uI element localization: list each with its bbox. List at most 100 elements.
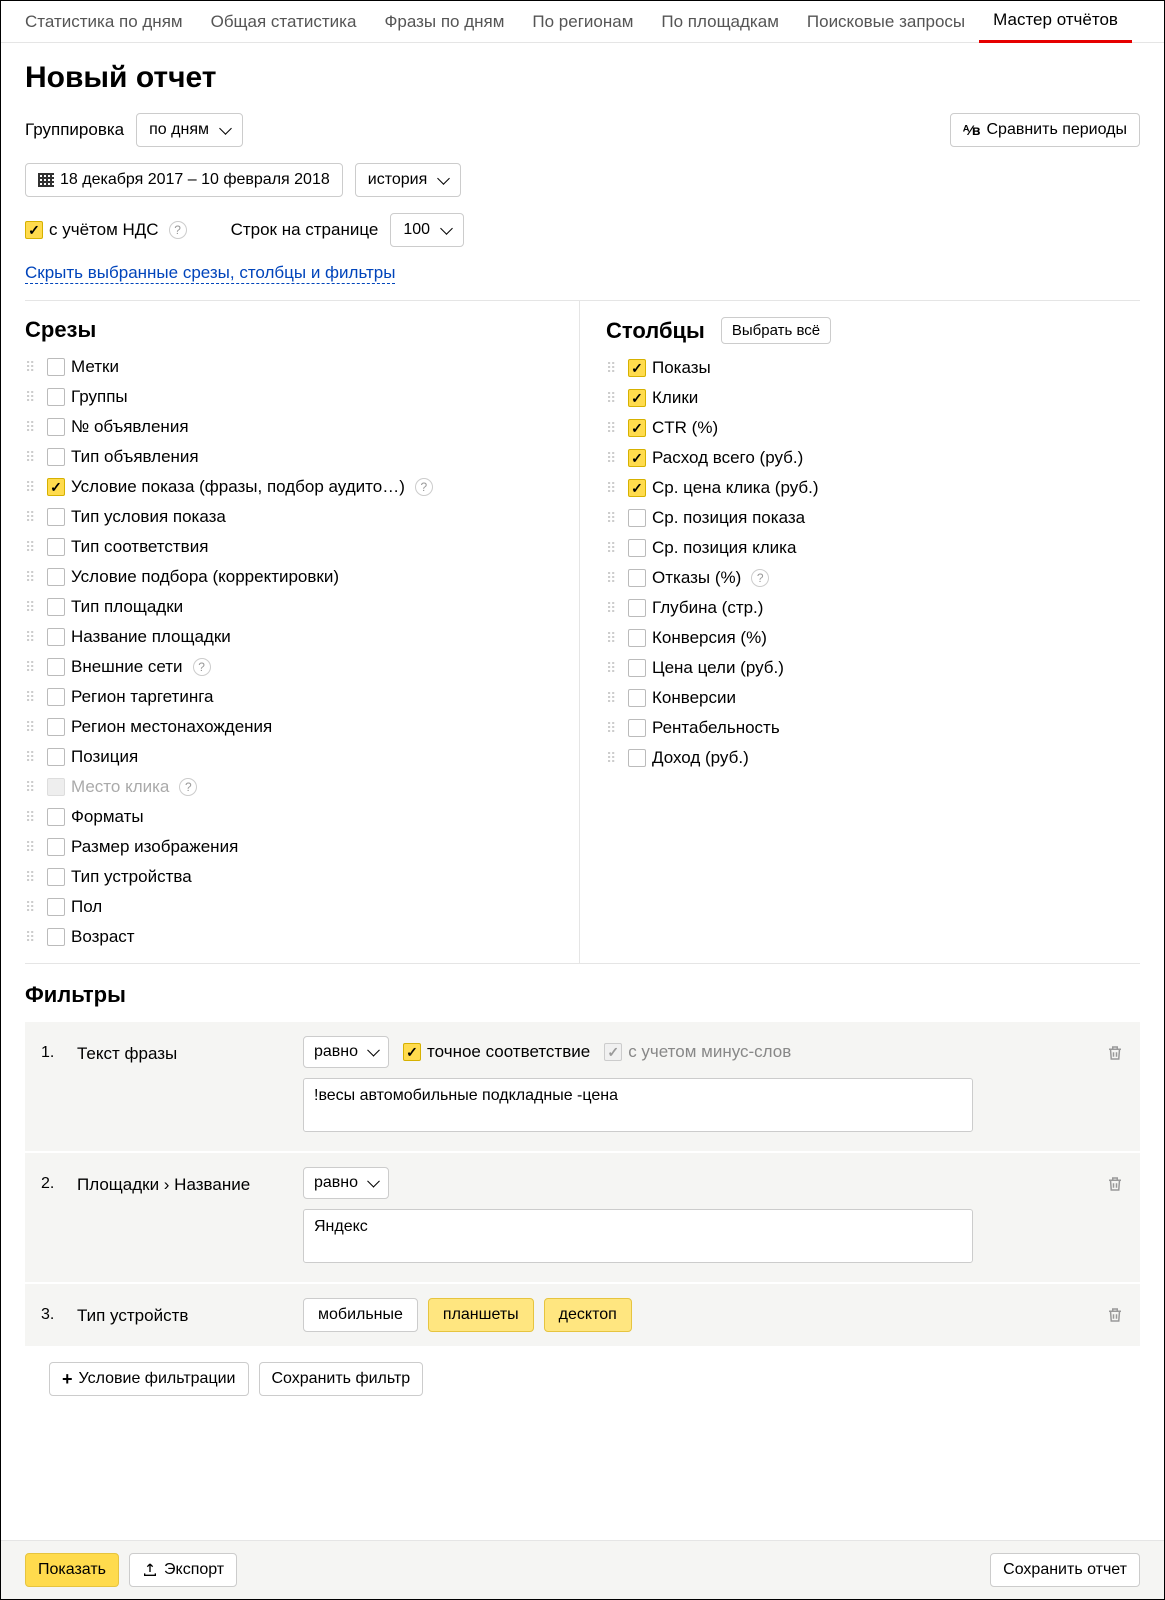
drag-handle-icon[interactable]: ⠿ (606, 720, 622, 737)
show-button[interactable]: Показать (25, 1553, 119, 1587)
save-filter-button[interactable]: Сохранить фильтр (259, 1362, 424, 1396)
drag-handle-icon[interactable]: ⠿ (25, 659, 41, 676)
history-button[interactable]: история (355, 163, 461, 197)
drag-handle-icon[interactable]: ⠿ (606, 420, 622, 437)
filter-op-select[interactable]: равно (303, 1036, 389, 1068)
device-toggle[interactable]: мобильные (303, 1298, 418, 1332)
slice-item[interactable]: ⠿Условие подбора (корректировки) (25, 567, 559, 587)
drag-handle-icon[interactable]: ⠿ (606, 480, 622, 497)
drag-handle-icon[interactable]: ⠿ (25, 869, 41, 886)
slice-item[interactable]: ⠿Возраст (25, 927, 559, 947)
minus-words-checkbox[interactable]: с учетом минус-слов (604, 1042, 791, 1062)
slice-item[interactable]: ⠿Тип условия показа (25, 507, 559, 527)
slice-item[interactable]: ⠿Условие показа (фразы, подбор аудито…)? (25, 477, 559, 497)
column-item[interactable]: ⠿Показы (606, 358, 1140, 378)
slice-item[interactable]: ⠿Тип площадки (25, 597, 559, 617)
drag-handle-icon[interactable]: ⠿ (25, 419, 41, 436)
drag-handle-icon[interactable]: ⠿ (25, 809, 41, 826)
drag-handle-icon[interactable]: ⠿ (25, 449, 41, 466)
drag-handle-icon[interactable]: ⠿ (606, 390, 622, 407)
column-item[interactable]: ⠿Ср. позиция показа (606, 508, 1140, 528)
column-item[interactable]: ⠿Ср. позиция клика (606, 538, 1140, 558)
column-item[interactable]: ⠿Расход всего (руб.) (606, 448, 1140, 468)
tab-by-placement[interactable]: По площадкам (647, 2, 792, 42)
hide-sections-link[interactable]: Скрыть выбранные срезы, столбцы и фильтр… (25, 263, 395, 284)
drag-handle-icon[interactable]: ⠿ (606, 360, 622, 377)
tab-search-queries[interactable]: Поисковые запросы (793, 2, 979, 42)
drag-handle-icon[interactable]: ⠿ (606, 450, 622, 467)
column-item[interactable]: ⠿Цена цели (руб.) (606, 658, 1140, 678)
drag-handle-icon[interactable]: ⠿ (25, 389, 41, 406)
drag-handle-icon[interactable]: ⠿ (25, 689, 41, 706)
drag-handle-icon[interactable]: ⠿ (25, 539, 41, 556)
exact-match-checkbox[interactable]: точное соответствие (403, 1042, 590, 1062)
drag-handle-icon[interactable]: ⠿ (25, 629, 41, 646)
column-item[interactable]: ⠿Клики (606, 388, 1140, 408)
help-icon[interactable]: ? (415, 478, 433, 496)
drag-handle-icon[interactable]: ⠿ (25, 569, 41, 586)
drag-handle-icon[interactable]: ⠿ (25, 929, 41, 946)
column-item[interactable]: ⠿Конверсии (606, 688, 1140, 708)
filter-value-input[interactable] (303, 1209, 973, 1263)
drag-handle-icon[interactable]: ⠿ (606, 750, 622, 767)
slice-item[interactable]: ⠿Регион таргетинга (25, 687, 559, 707)
slice-item[interactable]: ⠿Регион местонахождения (25, 717, 559, 737)
slice-item[interactable]: ⠿Форматы (25, 807, 559, 827)
tab-stats-by-day[interactable]: Статистика по дням (11, 2, 197, 42)
column-item[interactable]: ⠿Доход (руб.) (606, 748, 1140, 768)
date-range-button[interactable]: 18 декабря 2017 – 10 февраля 2018 (25, 163, 343, 197)
add-filter-button[interactable]: + Условие фильтрации (49, 1362, 249, 1396)
tab-by-region[interactable]: По регионам (518, 2, 647, 42)
help-icon[interactable]: ? (193, 658, 211, 676)
drag-handle-icon[interactable]: ⠿ (606, 600, 622, 617)
tab-report-wizard[interactable]: Мастер отчётов (979, 0, 1132, 43)
column-item[interactable]: ⠿CTR (%) (606, 418, 1140, 438)
drag-handle-icon[interactable]: ⠿ (606, 540, 622, 557)
delete-filter-button[interactable] (1106, 1298, 1124, 1329)
grouping-select[interactable]: по дням (136, 113, 243, 147)
slice-item[interactable]: ⠿№ объявления (25, 417, 559, 437)
drag-handle-icon[interactable]: ⠿ (25, 779, 41, 796)
drag-handle-icon[interactable]: ⠿ (25, 899, 41, 916)
help-icon[interactable]: ? (751, 569, 769, 587)
slice-item[interactable]: ⠿Позиция (25, 747, 559, 767)
delete-filter-button[interactable] (1106, 1167, 1124, 1198)
slice-item[interactable]: ⠿Внешние сети? (25, 657, 559, 677)
filter-op-select[interactable]: равно (303, 1167, 389, 1199)
drag-handle-icon[interactable]: ⠿ (25, 839, 41, 856)
column-item[interactable]: ⠿Отказы (%)? (606, 568, 1140, 588)
drag-handle-icon[interactable]: ⠿ (606, 510, 622, 527)
drag-handle-icon[interactable]: ⠿ (606, 570, 622, 587)
help-icon[interactable]: ? (169, 221, 187, 239)
drag-handle-icon[interactable]: ⠿ (606, 630, 622, 647)
compare-periods-button[interactable]: ᴬ⁄ʙ Сравнить периоды (950, 113, 1140, 147)
tab-phrases-by-day[interactable]: Фразы по дням (370, 2, 518, 42)
slice-item[interactable]: ⠿Тип устройства (25, 867, 559, 887)
column-item[interactable]: ⠿Конверсия (%) (606, 628, 1140, 648)
export-button[interactable]: Экспорт (129, 1553, 237, 1587)
column-item[interactable]: ⠿Ср. цена клика (руб.) (606, 478, 1140, 498)
filter-value-input[interactable] (303, 1078, 973, 1132)
help-icon[interactable]: ? (179, 778, 197, 796)
device-toggle[interactable]: планшеты (428, 1298, 534, 1332)
column-item[interactable]: ⠿Рентабельность (606, 718, 1140, 738)
slice-item[interactable]: ⠿Пол (25, 897, 559, 917)
drag-handle-icon[interactable]: ⠿ (25, 599, 41, 616)
delete-filter-button[interactable] (1106, 1036, 1124, 1067)
drag-handle-icon[interactable]: ⠿ (606, 660, 622, 677)
slice-item[interactable]: ⠿Группы (25, 387, 559, 407)
slice-item[interactable]: ⠿Тип объявления (25, 447, 559, 467)
slice-item[interactable]: ⠿Размер изображения (25, 837, 559, 857)
drag-handle-icon[interactable]: ⠿ (25, 749, 41, 766)
drag-handle-icon[interactable]: ⠿ (25, 719, 41, 736)
drag-handle-icon[interactable]: ⠿ (25, 479, 41, 496)
drag-handle-icon[interactable]: ⠿ (25, 509, 41, 526)
tab-overall-stats[interactable]: Общая статистика (197, 2, 371, 42)
slice-item[interactable]: ⠿Метки (25, 357, 559, 377)
drag-handle-icon[interactable]: ⠿ (25, 359, 41, 376)
vat-checkbox[interactable]: с учётом НДС ? (25, 220, 187, 240)
save-report-button[interactable]: Сохранить отчет (990, 1553, 1140, 1587)
slice-item[interactable]: ⠿Тип соответствия (25, 537, 559, 557)
select-all-button[interactable]: Выбрать всё (721, 317, 831, 344)
device-toggle[interactable]: десктоп (544, 1298, 632, 1332)
